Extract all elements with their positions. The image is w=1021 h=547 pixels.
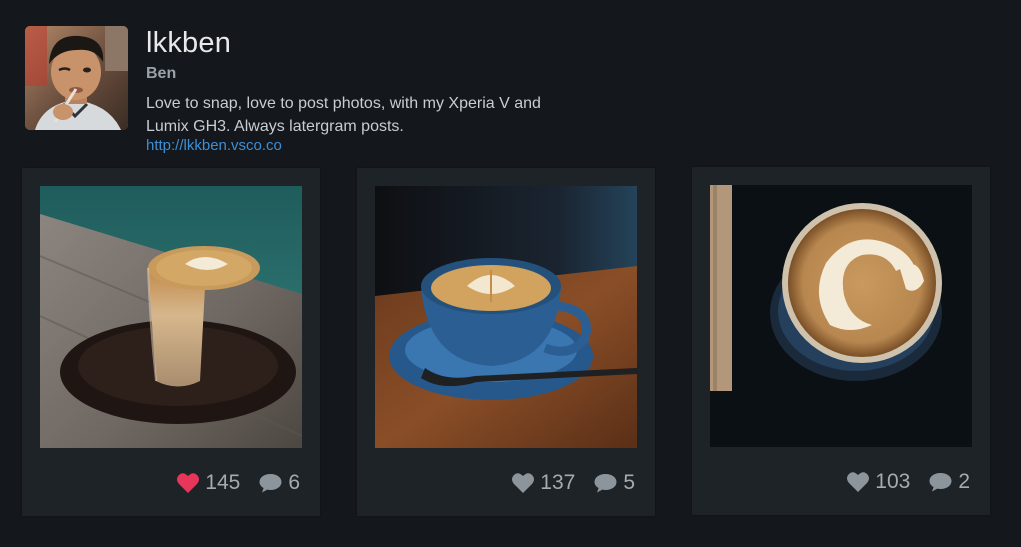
comment-button[interactable]: 5 [593,472,635,494]
latte-cup-photo [375,186,637,448]
photo-thumbnail[interactable] [710,185,972,447]
username: lkkben [146,27,232,59]
profile-header: lkkben Ben Love to snap, love to post ph… [25,26,725,156]
like-count: 137 [540,471,576,494]
photo-stats: 145 6 [176,468,300,498]
comment-count: 5 [623,471,635,494]
like-button[interactable]: 137 [511,472,575,494]
photo-card: 145 6 [22,168,320,516]
photo-card: 103 2 [692,167,990,515]
photo-thumbnail[interactable] [40,186,302,448]
bio: Love to snap, love to post photos, with … [146,92,616,138]
profile-link[interactable]: http://lkkben.vsco.co [146,136,282,156]
comment-count: 2 [958,470,970,493]
display-name: Ben [146,65,177,82]
like-count: 145 [205,471,241,494]
like-button[interactable]: 145 [176,472,240,494]
like-count: 103 [875,470,911,493]
speech-bubble-icon [928,471,953,493]
bio-line: Lumix GH3. Always latergram posts. [146,118,404,135]
photo-card: 137 5 [357,168,655,516]
latte-topdown-photo [710,185,972,447]
comment-count: 6 [288,471,300,494]
comment-button[interactable]: 6 [258,472,300,494]
speech-bubble-icon [593,472,618,494]
photo-thumbnail[interactable] [375,186,637,448]
avatar[interactable] [25,26,128,130]
photo-stats: 103 2 [846,467,970,497]
latte-glass-photo [40,186,302,448]
speech-bubble-icon [258,472,283,494]
heart-icon [511,472,535,494]
like-button[interactable]: 103 [846,471,910,493]
heart-icon [176,472,200,494]
heart-icon [846,471,870,493]
comment-button[interactable]: 2 [928,471,970,493]
photo-stats: 137 5 [511,468,635,498]
bio-line: Love to snap, love to post photos, with … [146,95,541,112]
avatar-image [25,26,128,130]
